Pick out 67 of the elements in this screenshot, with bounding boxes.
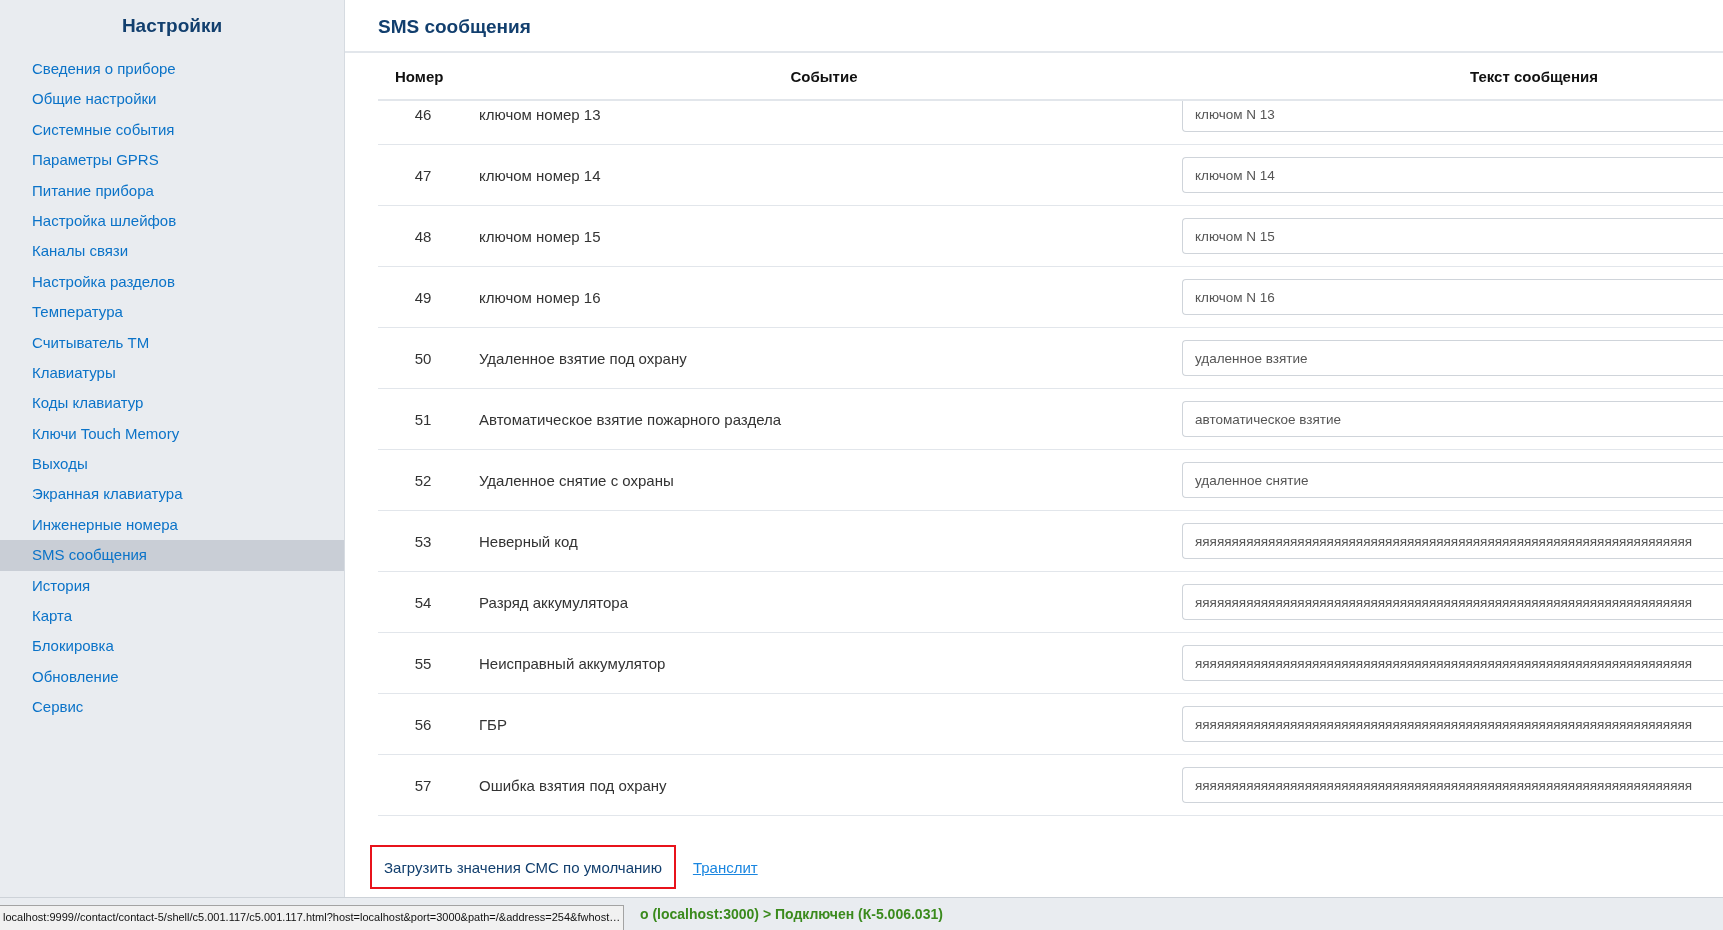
- event-name: ключом номер 13: [478, 105, 602, 123]
- sidebar-item[interactable]: История: [0, 570, 344, 602]
- load-defaults-button[interactable]: Загрузить значения СМС по умолчанию: [370, 845, 676, 889]
- status-text: о (localhost:3000) > Подключен (К-5.006.031): [640, 906, 943, 922]
- sidebar-item[interactable]: Каналы связи: [0, 236, 344, 267]
- message-field[interactable]: яяяяяяяяяяяяяяяяяяяяяяяяяяяяяяяяяяяяяяяяяяяяяяяяяяяяяяяяяяяяяяяяяяяя: [1182, 584, 1723, 620]
- event-name: Разряд аккумулятора: [478, 593, 629, 611]
- sidebar-item[interactable]: Температура: [0, 297, 344, 328]
- message-field[interactable]: ключом N 15: [1182, 218, 1723, 254]
- row-number: 49: [413, 288, 433, 306]
- sidebar-item[interactable]: Сведения о приборе: [0, 54, 344, 85]
- sidebar-item[interactable]: Обновление: [0, 661, 344, 693]
- event-name: Удаленное снятие с охраны: [478, 471, 675, 489]
- sidebar-item[interactable]: Карта: [0, 601, 344, 632]
- message-field[interactable]: удаленное снятие: [1182, 462, 1723, 498]
- sidebar-item[interactable]: SMS сообщения: [0, 540, 344, 571]
- sidebar-item[interactable]: Общие настройки: [0, 84, 344, 115]
- row-number: 48: [413, 227, 433, 245]
- event-name: Ошибка взятия под охрану: [478, 776, 668, 794]
- row-number: 53: [413, 532, 433, 550]
- sidebar-item[interactable]: Считыватель ТМ: [0, 327, 344, 358]
- column-header: Текст сообщения: [1469, 67, 1599, 85]
- message-field[interactable]: ключом N 14: [1182, 157, 1723, 193]
- column-header: Событие: [789, 67, 859, 85]
- sidebar-item[interactable]: Экранная клавиатура: [0, 479, 344, 510]
- row-number: 51: [413, 410, 433, 428]
- sidebar-title: Настройки: [120, 14, 224, 38]
- row-number: 54: [413, 593, 433, 611]
- url-tooltip: localhost:9999//contact/contact-5/shell/c5.001.117/c5.001.117.html?host=localhost&port=3000&path=/&address=254&fwhost…: [0, 905, 625, 930]
- event-name: ключом номер 14: [478, 166, 602, 184]
- message-field[interactable]: автоматическое взятие: [1182, 401, 1723, 437]
- sidebar-item[interactable]: Инженерные номера: [0, 509, 344, 541]
- column-header: Номер: [394, 67, 445, 85]
- message-field[interactable]: ключом N 13: [1182, 101, 1723, 132]
- row-number: 47: [413, 166, 433, 184]
- row-number: 52: [413, 471, 433, 489]
- message-field[interactable]: яяяяяяяяяяяяяяяяяяяяяяяяяяяяяяяяяяяяяяяяяяяяяяяяяяяяяяяяяяяяяяяяяяяя: [1182, 767, 1723, 803]
- row-number: 57: [413, 776, 433, 794]
- sidebar-item[interactable]: Настройка шлейфов: [0, 205, 344, 237]
- message-field[interactable]: ключом N 16: [1182, 279, 1723, 315]
- event-name: ГБР: [478, 715, 508, 733]
- sidebar-item[interactable]: Параметры GPRS: [0, 145, 344, 176]
- sidebar-item[interactable]: Сервис: [0, 692, 344, 723]
- message-field[interactable]: яяяяяяяяяяяяяяяяяяяяяяяяяяяяяяяяяяяяяяяяяяяяяяяяяяяяяяяяяяяяяяяяяяяя: [1182, 645, 1723, 681]
- sidebar-item[interactable]: Системные события: [0, 114, 344, 146]
- event-name: Неисправный аккумулятор: [478, 654, 667, 672]
- event-name: ключом номер 16: [478, 288, 602, 306]
- sidebar-item[interactable]: Питание прибора: [0, 175, 344, 206]
- sidebar-item[interactable]: Коды клавиатур: [0, 388, 344, 419]
- row-number: 56: [413, 715, 433, 733]
- message-field[interactable]: яяяяяяяяяяяяяяяяяяяяяяяяяяяяяяяяяяяяяяяяяяяяяяяяяяяяяяяяяяяяяяяяяяяя: [1182, 706, 1723, 742]
- translit-link[interactable]: Транслит: [692, 858, 758, 876]
- sidebar-item[interactable]: Настройка разделов: [0, 266, 344, 298]
- event-name: Удаленное взятие под охрану: [478, 349, 688, 367]
- event-name: ключом номер 15: [478, 227, 602, 245]
- sidebar-item[interactable]: Ключи Touch Memory: [0, 418, 344, 450]
- row-number: 50: [413, 349, 433, 367]
- message-field[interactable]: удаленное взятие: [1182, 340, 1723, 376]
- row-number: 46: [413, 105, 433, 123]
- row-number: 55: [413, 654, 433, 672]
- message-field[interactable]: яяяяяяяяяяяяяяяяяяяяяяяяяяяяяяяяяяяяяяяяяяяяяяяяяяяяяяяяяяяяяяяяяяяя: [1182, 523, 1723, 559]
- event-name: Неверный код: [478, 532, 579, 550]
- page-title: SMS сообщения: [345, 0, 1723, 53]
- sidebar-item[interactable]: Блокировка: [0, 631, 344, 662]
- event-name: Автоматическое взятие пожарного раздела: [478, 410, 783, 428]
- sidebar-item[interactable]: Выходы: [0, 449, 344, 480]
- sidebar-item[interactable]: Клавиатуры: [0, 357, 344, 389]
